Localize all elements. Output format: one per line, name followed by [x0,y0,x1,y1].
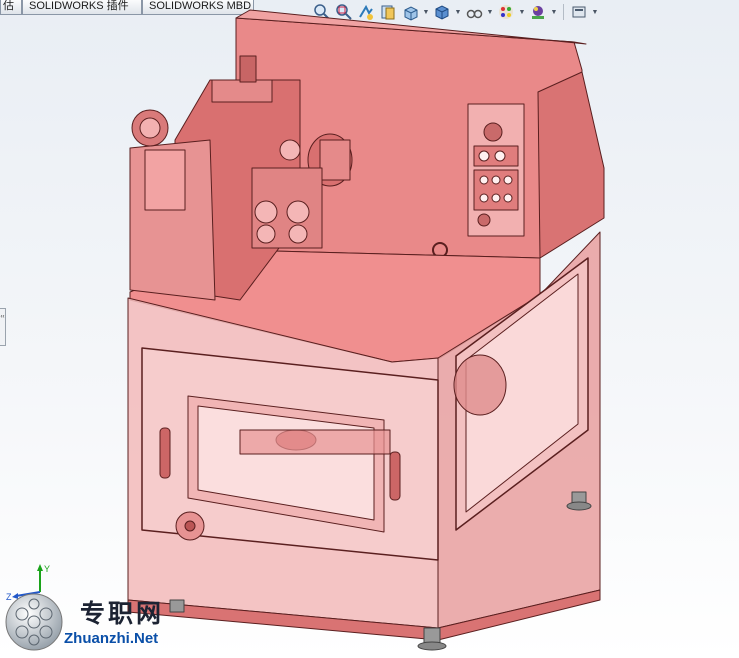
triad-y-label: Y [44,564,50,574]
watermark-logo-ball [5,593,63,651]
watermark-en: Zhuanzhi.Net [64,630,159,647]
door-handle-left [159,427,171,479]
watermark-cn: 专职网 [80,599,165,628]
rear-housing-side [537,71,605,259]
machine-assembly [127,9,605,651]
door-handle-right [389,451,401,501]
model-viewport[interactable] [0,0,739,658]
watermark: 专职网 Zhuanzhi.Net [64,596,194,654]
